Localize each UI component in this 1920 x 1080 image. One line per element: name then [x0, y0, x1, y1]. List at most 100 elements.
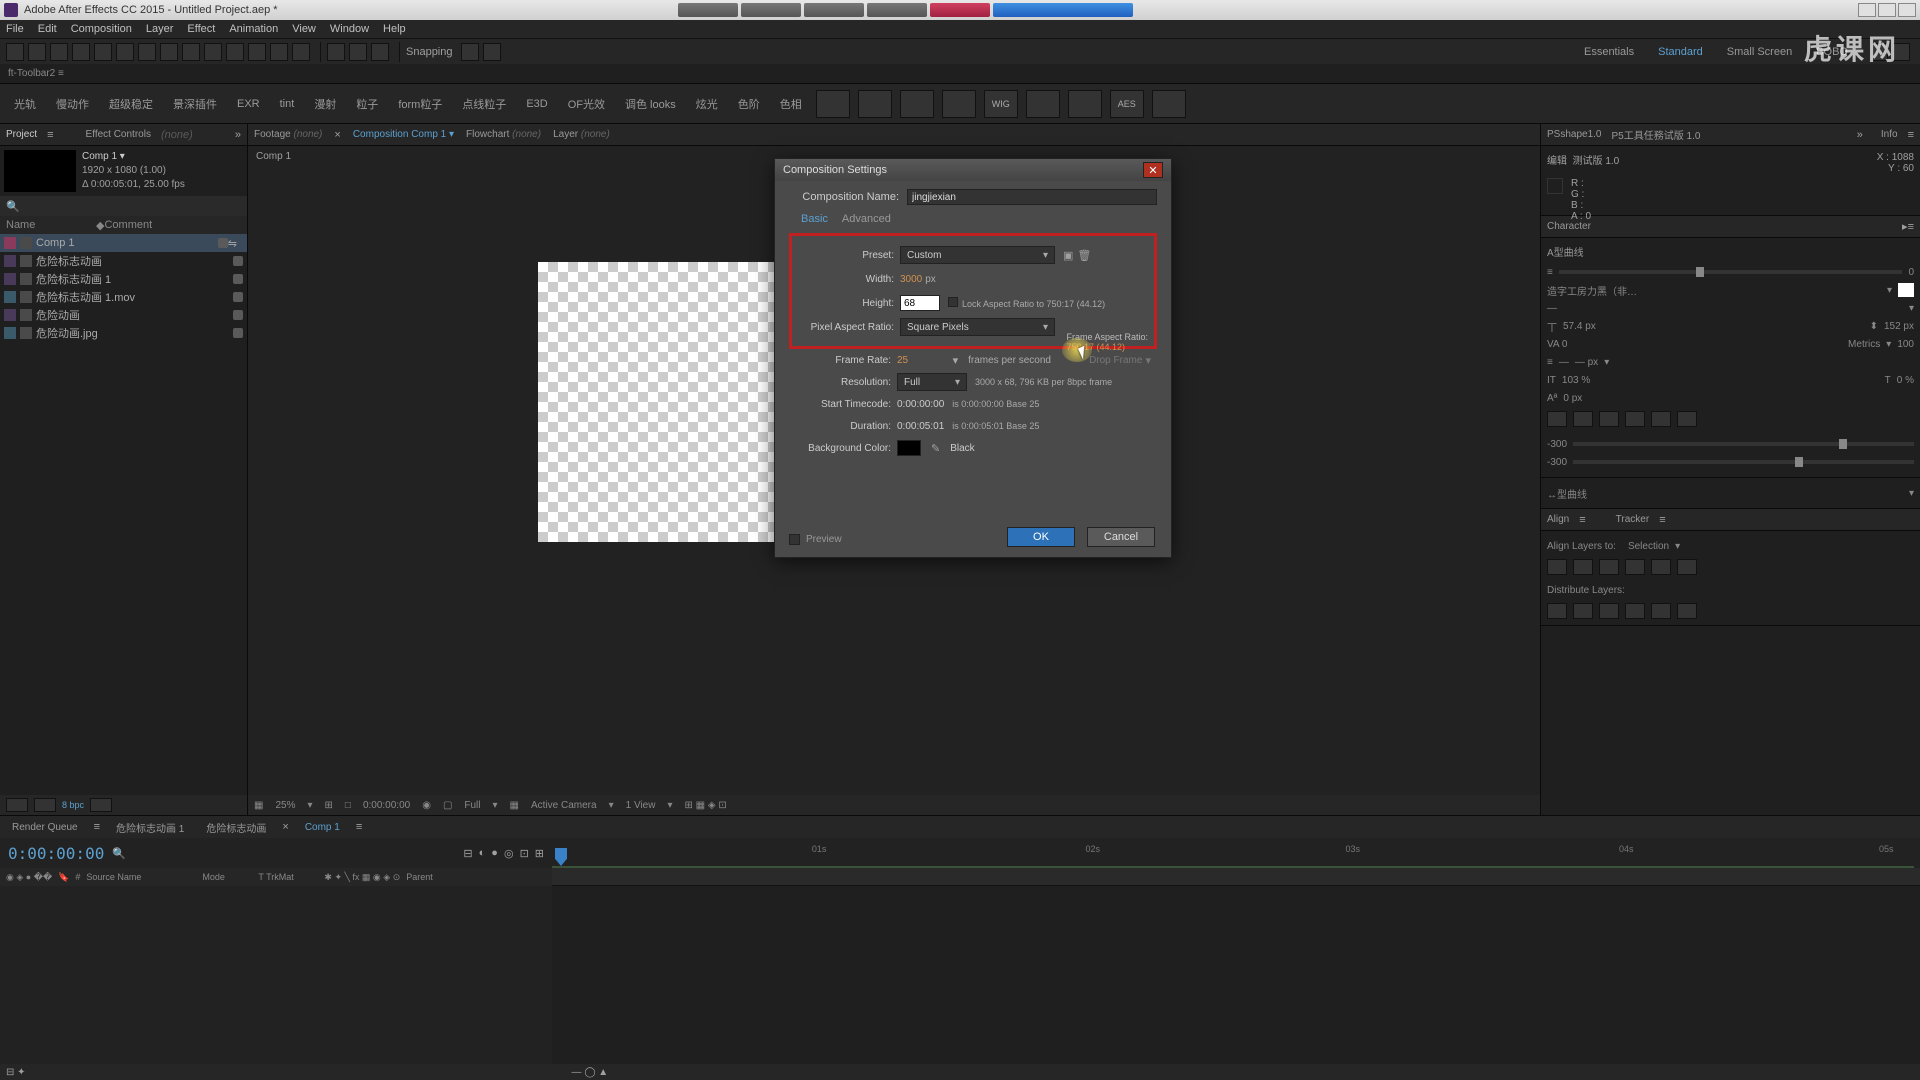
bold-icon[interactable] — [1547, 411, 1567, 427]
align-bottom-icon[interactable] — [1677, 559, 1697, 575]
align-top-icon[interactable] — [1625, 559, 1645, 575]
workspace-essentials[interactable]: Essentials — [1572, 43, 1646, 61]
camera-tool-icon[interactable] — [94, 43, 112, 61]
bpc-label[interactable]: 8 bpc — [62, 800, 84, 810]
delete-preset-icon[interactable]: 🗑 — [1077, 249, 1091, 262]
project-item[interactable]: Comp 1⇋ — [0, 234, 247, 252]
ok-button[interactable]: OK — [1007, 527, 1075, 547]
pen-tool-icon[interactable] — [160, 43, 178, 61]
workspace-bobo[interactable]: BOBO — [1804, 43, 1860, 61]
hand-tool-icon[interactable] — [28, 43, 46, 61]
eyedropper-icon[interactable]: ✎ — [931, 442, 940, 455]
trash-icon[interactable] — [90, 798, 112, 812]
plugin-btn[interactable]: 景深插件 — [167, 96, 223, 112]
plugin-aes-icon[interactable]: AES — [1110, 90, 1144, 118]
viewer-views[interactable]: 1 View — [626, 800, 656, 811]
plugin-icon[interactable] — [942, 90, 976, 118]
brush-tool-icon[interactable] — [204, 43, 222, 61]
dist-icon[interactable] — [1625, 603, 1645, 619]
minimize-icon[interactable] — [1858, 3, 1876, 17]
preset-select[interactable]: Custom — [900, 246, 1055, 264]
tab-tracker[interactable]: Tracker — [1616, 514, 1650, 525]
workspace-standard[interactable]: Standard — [1646, 43, 1715, 61]
workspace-menu-icon[interactable] — [1870, 43, 1888, 61]
plugin-btn[interactable]: 炫光 — [690, 96, 724, 112]
pixel-aspect-select[interactable]: Square Pixels — [900, 318, 1055, 336]
tab-align[interactable]: Align — [1547, 514, 1569, 525]
framerate-value[interactable]: 25 — [897, 355, 908, 366]
selection-tool-icon[interactable] — [6, 43, 24, 61]
col-mode[interactable]: Mode — [202, 872, 252, 882]
dist-icon[interactable] — [1677, 603, 1697, 619]
plugin-btn[interactable]: E3D — [520, 98, 553, 110]
menu-edit[interactable]: Edit — [38, 23, 57, 35]
align-right-icon[interactable] — [1599, 559, 1619, 575]
tab-comp-active[interactable]: Comp 1 — [299, 822, 346, 833]
comp-name-input[interactable] — [907, 189, 1157, 205]
viewer-tc[interactable]: 0:00:00:00 — [363, 800, 410, 811]
project-item[interactable]: 危险标志动画 1 — [0, 270, 247, 288]
plugin-btn[interactable]: 色阶 — [732, 96, 766, 112]
dist-icon[interactable] — [1599, 603, 1619, 619]
type-tool-icon[interactable] — [182, 43, 200, 61]
font-size[interactable]: 57.4 px — [1563, 321, 1596, 332]
lock-aspect-label[interactable]: Lock Aspect Ratio to 750:17 (44.12) — [962, 299, 1105, 309]
new-comp-icon[interactable] — [34, 798, 56, 812]
save-preset-icon[interactable]: ▣ — [1063, 249, 1073, 262]
caps-icon[interactable] — [1599, 411, 1619, 427]
dist-icon[interactable] — [1547, 603, 1567, 619]
comp-crumb[interactable]: Comp 1 — [256, 151, 291, 162]
col-source-name[interactable]: Source Name — [86, 872, 196, 882]
new-bin-icon[interactable] — [6, 798, 28, 812]
menu-effect[interactable]: Effect — [187, 23, 215, 35]
col-trkmat[interactable]: T TrkMat — [258, 872, 318, 882]
col-parent[interactable]: Parent — [406, 872, 433, 882]
menu-help[interactable]: Help — [383, 23, 406, 35]
plugin-btn[interactable]: EXR — [231, 98, 266, 110]
plugin-btn[interactable]: form粒子 — [392, 96, 448, 112]
clone-tool-icon[interactable] — [226, 43, 244, 61]
tab-effect-controls[interactable]: Effect Controls — [86, 129, 151, 140]
dist-icon[interactable] — [1573, 603, 1593, 619]
tab-composition[interactable]: Composition Comp 1 ▾ — [353, 129, 454, 140]
plugin-btn[interactable]: tint — [274, 98, 301, 110]
plugin-icon[interactable] — [1026, 90, 1060, 118]
align-to-select[interactable]: Selection — [1628, 541, 1669, 552]
viewer-camera[interactable]: Active Camera — [531, 800, 597, 811]
dist-icon[interactable] — [1651, 603, 1671, 619]
timeline-timecode[interactable]: 0:00:00:00 — [8, 844, 104, 863]
bg-color-swatch[interactable] — [897, 440, 921, 456]
maximize-icon[interactable] — [1878, 3, 1896, 17]
axis-local-icon[interactable] — [327, 43, 345, 61]
resolution-select[interactable]: Full — [897, 373, 967, 391]
thumb-name[interactable]: Comp 1 ▾ — [82, 150, 185, 164]
drop-frame-select[interactable]: Drop Frame — [1089, 355, 1142, 366]
align-hcenter-icon[interactable] — [1573, 559, 1593, 575]
tab-comp[interactable]: 危险标志动画 1 — [110, 820, 190, 835]
zoom-level[interactable]: 25% — [275, 800, 295, 811]
rotate-tool-icon[interactable] — [72, 43, 90, 61]
sub-icon[interactable] — [1677, 411, 1697, 427]
snap-opt1-icon[interactable] — [461, 43, 479, 61]
snapping-label[interactable]: Snapping — [406, 46, 453, 58]
duration-value[interactable]: 0:00:05:01 — [897, 421, 944, 432]
project-item[interactable]: 危险动画 — [0, 306, 247, 324]
plugin-btn[interactable]: 慢动作 — [50, 96, 95, 112]
puppet-tool-icon[interactable] — [292, 43, 310, 61]
tab-comp[interactable]: 危险标志动画 — [200, 820, 272, 835]
menu-view[interactable]: View — [292, 23, 316, 35]
viewer-res[interactable]: Full — [464, 800, 480, 811]
time-ruler[interactable]: 01s 02s 03s 04s 05s — [552, 838, 1920, 868]
align-left-icon[interactable] — [1547, 559, 1567, 575]
plugin-icon[interactable] — [900, 90, 934, 118]
project-item[interactable]: 危险动画.jpg — [0, 324, 247, 342]
axis-view-icon[interactable] — [371, 43, 389, 61]
plugin-btn[interactable]: 光轨 — [8, 96, 42, 112]
super-icon[interactable] — [1651, 411, 1671, 427]
tab-footage[interactable]: Footage (none) — [254, 129, 322, 140]
plugin-gear-icon[interactable] — [1152, 90, 1186, 118]
playhead-icon[interactable] — [555, 848, 567, 866]
plugin-btn[interactable]: 色相 — [774, 96, 808, 112]
plugin-icon[interactable] — [1068, 90, 1102, 118]
plugin-icon[interactable] — [858, 90, 892, 118]
